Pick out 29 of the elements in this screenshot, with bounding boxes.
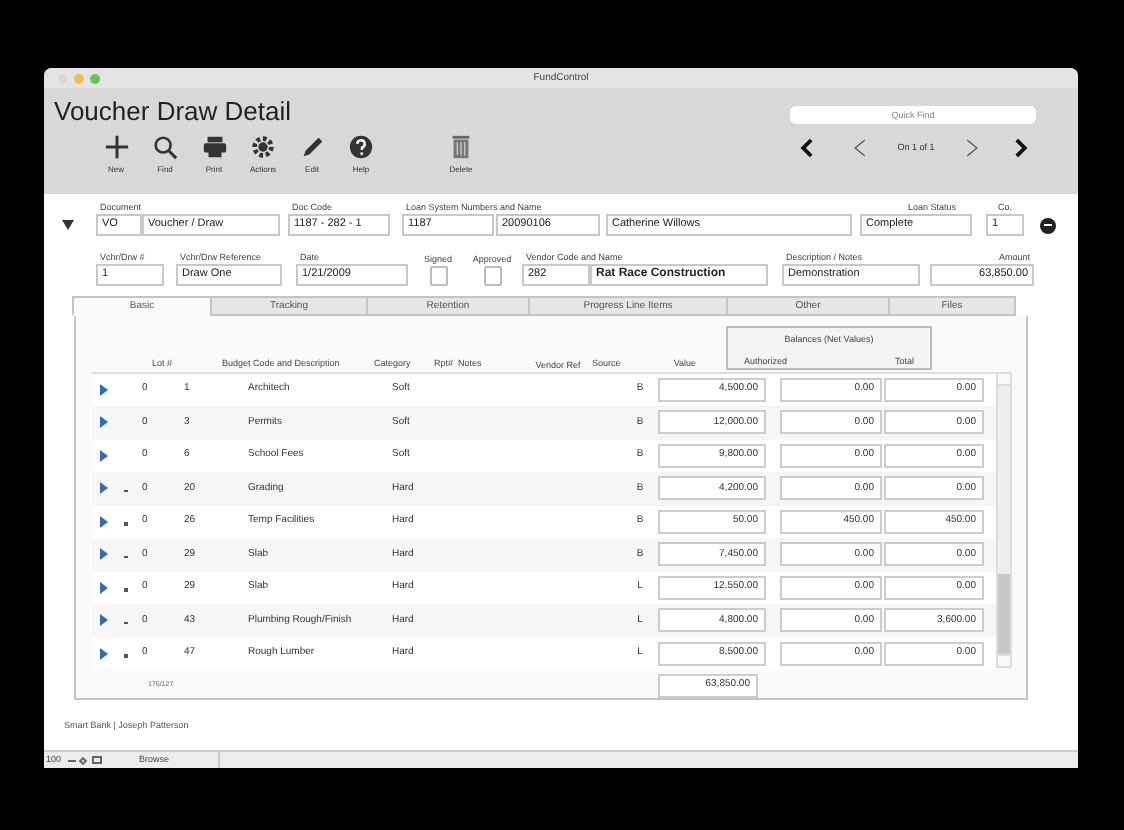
expand-arrow-icon[interactable]	[100, 383, 108, 396]
trash-icon	[448, 134, 474, 160]
page-title: Voucher Draw Detail	[54, 98, 291, 126]
expand-arrow-icon[interactable]	[100, 416, 108, 429]
previous-record-icon[interactable]	[852, 138, 868, 158]
expand-arrow-icon[interactable]	[100, 482, 108, 495]
scrollbar[interactable]	[996, 371, 1012, 667]
plus-icon	[103, 134, 129, 160]
printer-icon	[201, 134, 227, 160]
gear-icon	[250, 134, 276, 160]
pencil-icon	[299, 134, 325, 160]
collapse-triangle-icon[interactable]	[62, 220, 74, 230]
scroll-thumb[interactable]	[998, 573, 1010, 653]
expand-arrow-icon[interactable]	[100, 515, 108, 528]
search-icon	[152, 134, 178, 160]
layout-icon[interactable]	[91, 756, 102, 764]
expand-arrow-icon[interactable]	[100, 449, 108, 462]
remove-icon[interactable]	[1040, 217, 1056, 233]
expand-arrow-icon[interactable]	[100, 647, 108, 660]
zoom-in-icon[interactable]	[77, 755, 87, 765]
checkbox[interactable]	[429, 266, 447, 286]
last-record-icon[interactable]	[1012, 138, 1028, 158]
expand-arrow-icon[interactable]	[100, 581, 108, 594]
expand-arrow-icon[interactable]	[100, 614, 108, 627]
expand-arrow-icon[interactable]	[100, 548, 108, 561]
checkbox[interactable]	[483, 266, 501, 286]
next-record-icon[interactable]	[964, 138, 980, 158]
first-record-icon[interactable]	[800, 138, 816, 158]
help-icon	[348, 134, 374, 160]
